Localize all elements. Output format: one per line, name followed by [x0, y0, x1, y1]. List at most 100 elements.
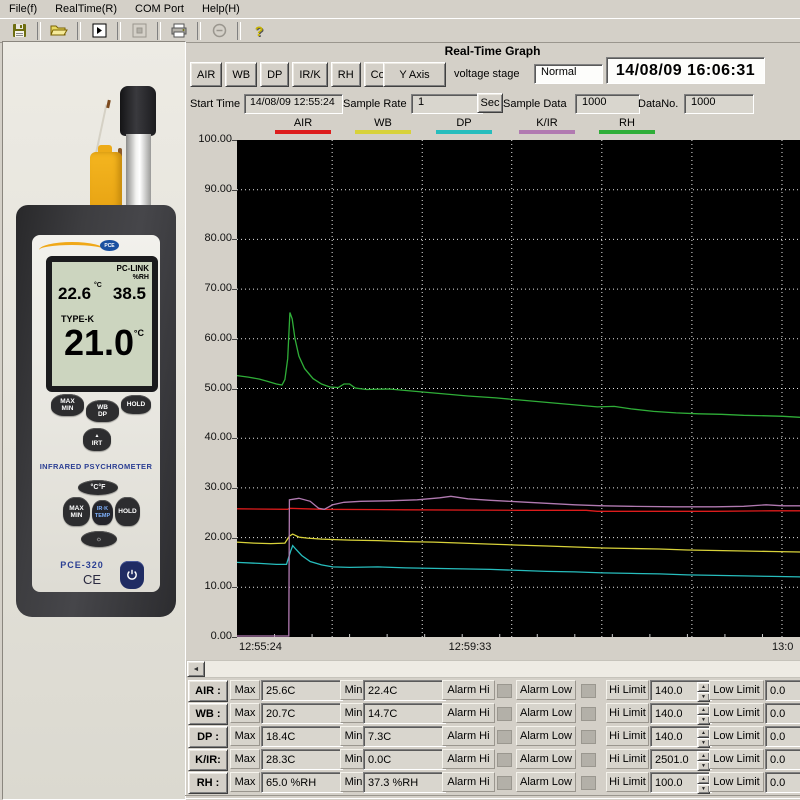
min-value: 7.3C [363, 726, 446, 747]
start-time-value: 14/08/09 12:55:24 [244, 94, 343, 114]
save-icon[interactable] [6, 21, 32, 41]
y-tick-mark [232, 239, 237, 240]
low-limit-value[interactable]: 0.0 [765, 726, 800, 747]
stats-row-air: AIR :Max25.6CMin22.4CAlarm HiAlarm LowHi… [185, 680, 800, 701]
thermocouple-tip [106, 100, 111, 108]
channel-button[interactable]: DP : [188, 726, 228, 748]
play-icon[interactable] [86, 21, 112, 41]
device-wbdp-button: WBDP [86, 400, 119, 422]
hi-limit-spinner[interactable]: 100.0▲▼ [650, 772, 712, 793]
min-value: 0.0C [363, 749, 446, 770]
y-tick-mark [232, 488, 237, 489]
alarm-low-indicator [581, 707, 596, 721]
y-tick-label: 60.00 [188, 332, 232, 344]
hi-limit-spinner[interactable]: 2501.0▲▼ [650, 749, 712, 770]
low-limit-value[interactable]: 0.0 [765, 749, 800, 770]
channel-button[interactable]: K/IR: [188, 749, 228, 771]
max-label: Max [230, 772, 260, 792]
y-tick-label: 100.00 [188, 133, 232, 145]
help-icon[interactable]: ? [246, 21, 272, 41]
max-value: 28.3C [261, 749, 343, 770]
alarm-hi-label: Alarm Hi [442, 703, 495, 723]
max-value: 20.7C [261, 703, 343, 724]
max-value: 65.0 %RH [261, 772, 343, 793]
menu-com-port[interactable]: COM Port [126, 1, 193, 17]
pce-logo: PCE [100, 240, 119, 251]
toolbar-separator [237, 22, 241, 40]
y-tick-mark [232, 190, 237, 191]
sample-rate-input[interactable]: 1 [411, 94, 483, 114]
sec-button[interactable]: Sec [477, 93, 503, 113]
alarm-low-indicator [581, 753, 596, 767]
y-tick-mark [232, 637, 237, 638]
y-tick-mark [232, 587, 237, 588]
channel-button[interactable]: RH : [188, 772, 228, 794]
hi-limit-label: Hi Limit [606, 680, 649, 700]
print-icon[interactable] [166, 21, 192, 41]
y-tick-label: 40.00 [188, 431, 232, 443]
bottom-divider [185, 795, 800, 799]
max-label: Max [230, 680, 260, 700]
hi-limit-label: Hi Limit [606, 772, 649, 792]
lcd-main-unit: °C [134, 328, 144, 338]
hi-limit-label: Hi Limit [606, 726, 649, 746]
data-no-value: 1000 [684, 94, 754, 114]
datetime-display: 14/08/09 16:06:31 [606, 57, 765, 84]
min-value: 14.7C [363, 703, 446, 724]
device-hold2-button: HOLD [115, 497, 140, 526]
rh-button[interactable]: RH [331, 62, 361, 87]
hi-limit-spinner[interactable]: 140.0▲▼ [650, 703, 712, 724]
max-label: Max [230, 726, 260, 746]
legend-item-k-ir: K/IR [519, 117, 575, 134]
lcd-temp-unit: °C [94, 282, 102, 289]
device-power-button [120, 561, 144, 589]
probe-cap [120, 86, 156, 136]
device-cf-button: °C°F [78, 480, 118, 495]
alarm-hi-indicator [497, 776, 512, 790]
wb-button[interactable]: WB [225, 62, 257, 87]
device-name-label: INFRARED PSYCHROMETER [32, 462, 160, 471]
low-limit-value[interactable]: 0.0 [765, 680, 800, 701]
lcd-temp-value: 22.6 [58, 284, 91, 304]
menu-file[interactable]: File(f) [0, 1, 46, 17]
device-photo: PCE PC-LINK %RH 22.6 °C 38.5 TYPE-K 21.0… [2, 41, 186, 800]
voltage-stage-label: voltage stage [454, 68, 519, 80]
open-icon[interactable] [46, 21, 72, 41]
y-tick-mark [232, 289, 237, 290]
data-no-label: DataNo. [638, 98, 678, 110]
stats-row-dp: DP :Max18.4CMin7.3CAlarm HiAlarm LowHi L… [185, 726, 800, 747]
alarm-low-label: Alarm Low [516, 772, 576, 792]
y-tick-mark [232, 140, 237, 141]
legend-item-air: AIR [275, 117, 331, 134]
alarm-hi-label: Alarm Hi [442, 680, 495, 700]
hi-limit-spinner[interactable]: 140.0▲▼ [650, 680, 712, 701]
device-irk-temp-button: IR·KTEMP [92, 500, 113, 525]
air-button[interactable]: AIR [190, 62, 222, 87]
low-limit-value[interactable]: 0.0 [765, 772, 800, 793]
alarm-low-label: Alarm Low [516, 749, 576, 769]
low-limit-value[interactable]: 0.0 [765, 703, 800, 724]
hi-limit-label: Hi Limit [606, 703, 649, 723]
alarm-low-indicator [581, 776, 596, 790]
app-window: File(f) RealTime(R) COM Port Help(H) [0, 0, 800, 800]
menu-help[interactable]: Help(H) [193, 1, 249, 17]
alarm-hi-indicator [497, 730, 512, 744]
scroll-left-arrow[interactable]: ◄ [187, 661, 205, 677]
menu-realtime[interactable]: RealTime(R) [46, 1, 126, 17]
device-backlight-button: ☼ [81, 531, 117, 547]
irk-button[interactable]: IR/K [292, 62, 327, 87]
toolbar-separator [37, 22, 41, 40]
y-tick-mark [232, 438, 237, 439]
channel-button[interactable]: WB : [188, 703, 228, 725]
dp-button[interactable]: DP [260, 62, 289, 87]
device-lcd: PC-LINK %RH 22.6 °C 38.5 TYPE-K 21.0 °C [46, 256, 158, 392]
y-tick-label: 10.00 [188, 580, 232, 592]
graph-horizontal-scrollbar[interactable]: ◄ [186, 660, 800, 678]
device-maxmin-button: MAXMIN [51, 394, 84, 416]
min-value: 37.3 %RH [363, 772, 446, 793]
min-value: 22.4C [363, 680, 446, 701]
y-axis-button[interactable]: Y Axis [383, 62, 446, 87]
max-label: Max [230, 749, 260, 769]
channel-button[interactable]: AIR : [188, 680, 228, 702]
hi-limit-spinner[interactable]: 140.0▲▼ [650, 726, 712, 747]
